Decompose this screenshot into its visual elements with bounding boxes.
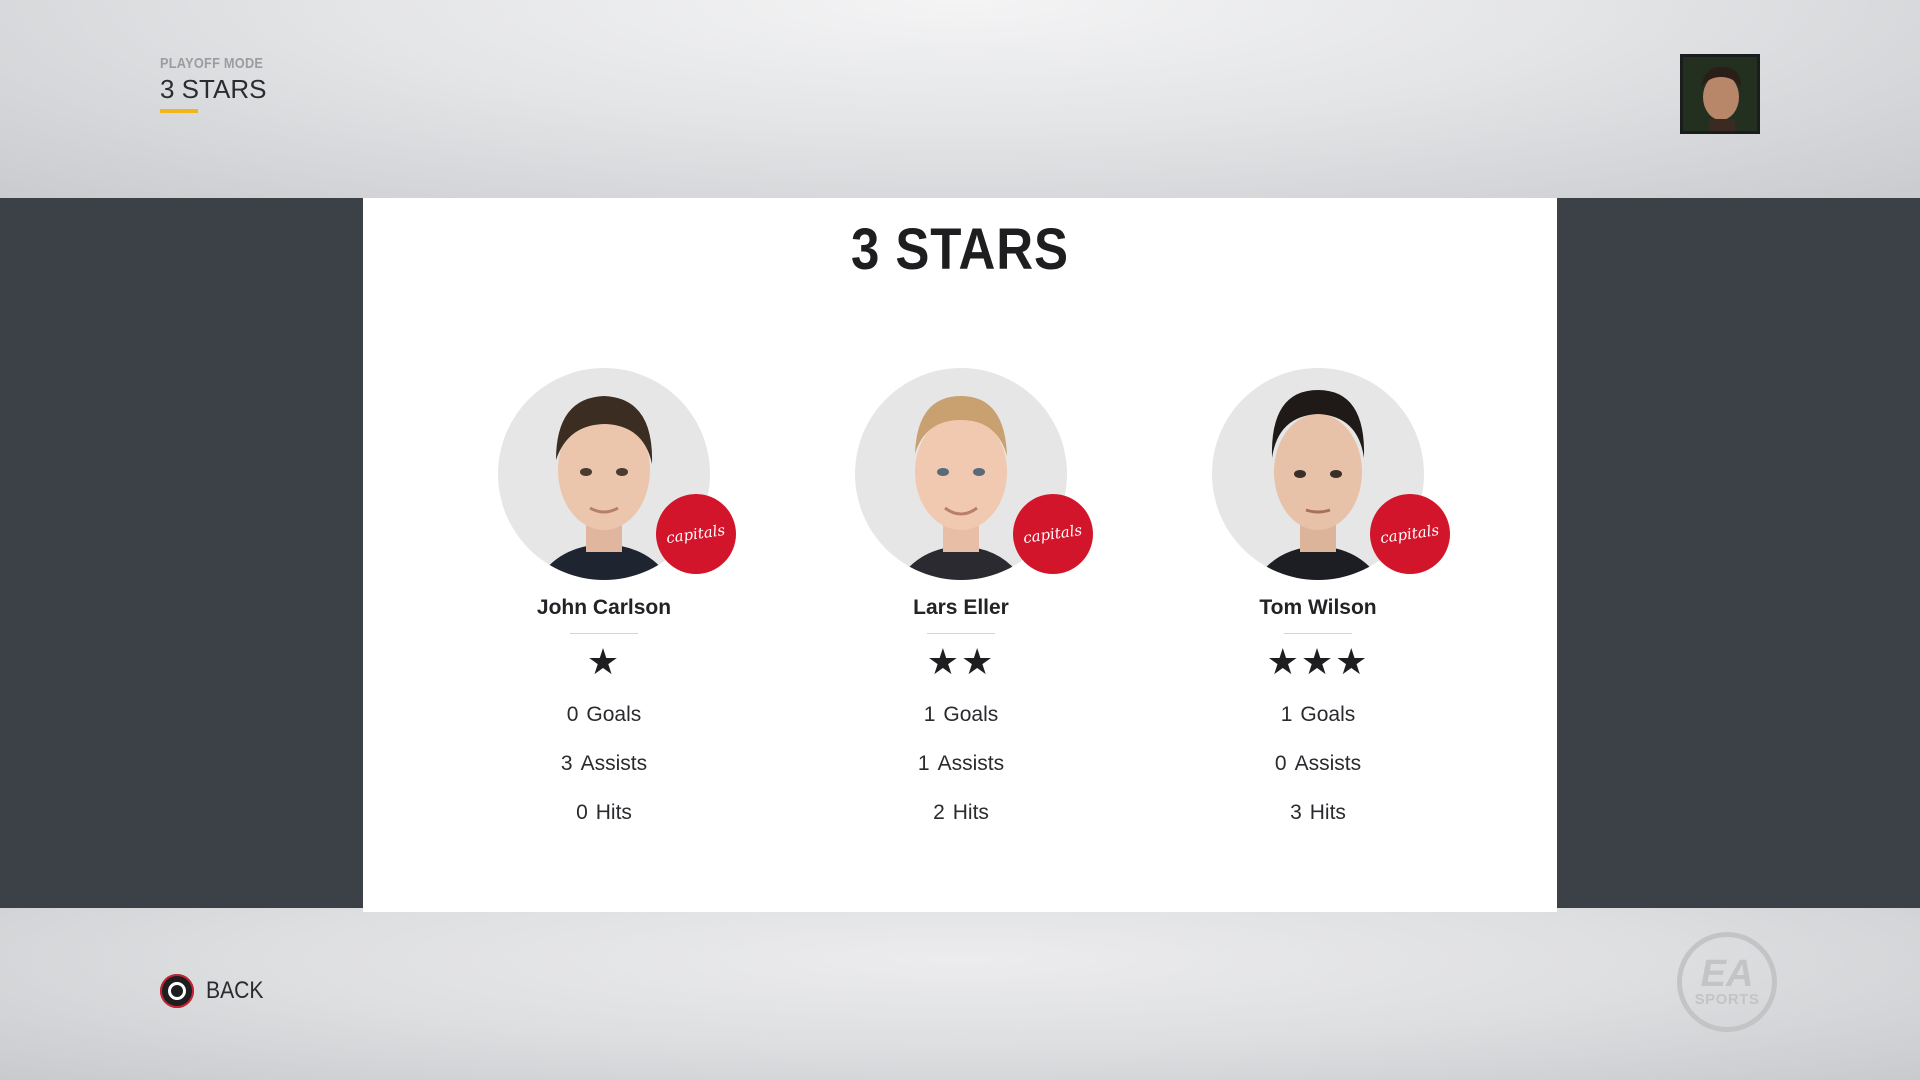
stat-goals: 0 Goals [566,703,642,726]
ea-sports-logo: EA SPORTS [1677,932,1777,1032]
mode-subtitle: PLAYOFF MODE [160,55,264,72]
player-portrait: capitals [1212,368,1450,580]
star-rating-icon: ★★★ [1266,641,1370,682]
stat-hits: 3 Hits [1290,801,1346,824]
page-title: 3 STARS [160,74,267,104]
ea-logo-text: EA [1700,952,1754,995]
player-stats: 1 Goals 0 Assists 3 Hits [1198,690,1438,837]
star-rating-icon: ★ [586,641,622,682]
user-avatar[interactable] [1680,54,1760,134]
stat-assists: 1 Assists [917,752,1005,775]
player-portrait: capitals [498,368,736,580]
player-stats: 0 Goals 3 Assists 0 Hits [484,690,724,837]
capitals-logo-icon: capitals [1379,520,1441,548]
stat-hits: 0 Hits [576,801,632,824]
player-card-third-star[interactable]: capitals Tom Wilson ★★★ 1 Goals 0 Assists … [1198,368,1450,837]
bottom-band [0,908,1920,1080]
team-logo-badge: capitals [656,494,736,574]
avatar-portrait-icon [1683,57,1757,131]
top-band [0,0,1920,198]
capitals-logo-icon: capitals [665,520,727,548]
circle-glyph-icon [168,982,186,1000]
player-name: Lars Eller [913,596,1009,619]
player-name: John Carlson [536,596,672,619]
back-label: BACK [206,977,264,1004]
stat-goals: 1 Goals [923,703,999,726]
team-logo-badge: capitals [1013,494,1093,574]
page-header: PLAYOFF MODE 3 STARS [160,55,281,113]
title-underline [160,109,198,113]
player-stats: 1 Goals 1 Assists 2 Hits [841,690,1081,837]
divider [1284,633,1352,634]
player-card-second-star[interactable]: capitals Lars Eller ★★ 1 Goals 1 Assists 2… [841,368,1093,837]
divider [570,633,638,634]
capitals-logo-icon: capitals [1022,520,1084,548]
divider [927,633,995,634]
stat-assists: 0 Assists [1274,752,1362,775]
stat-goals: 1 Goals [1280,703,1356,726]
star-rating-icon: ★★ [926,641,996,682]
player-name: Tom Wilson [1259,596,1377,619]
player-card-first-star[interactable]: capitals John Carlson ★ 0 Goals 3 Assists … [484,368,736,837]
player-portrait: capitals [855,368,1093,580]
circle-button-icon [160,974,194,1008]
team-logo-badge: capitals [1370,494,1450,574]
stat-assists: 3 Assists [560,752,648,775]
panel-title: 3 STARS [851,217,1069,282]
stat-hits: 2 Hits [933,801,989,824]
back-button[interactable]: BACK [160,974,271,1008]
three-stars-panel: 3 STARS capitals John Carlson ★ 0 Goals … [363,198,1557,912]
sports-logo-text: SPORTS [1694,990,1760,1008]
